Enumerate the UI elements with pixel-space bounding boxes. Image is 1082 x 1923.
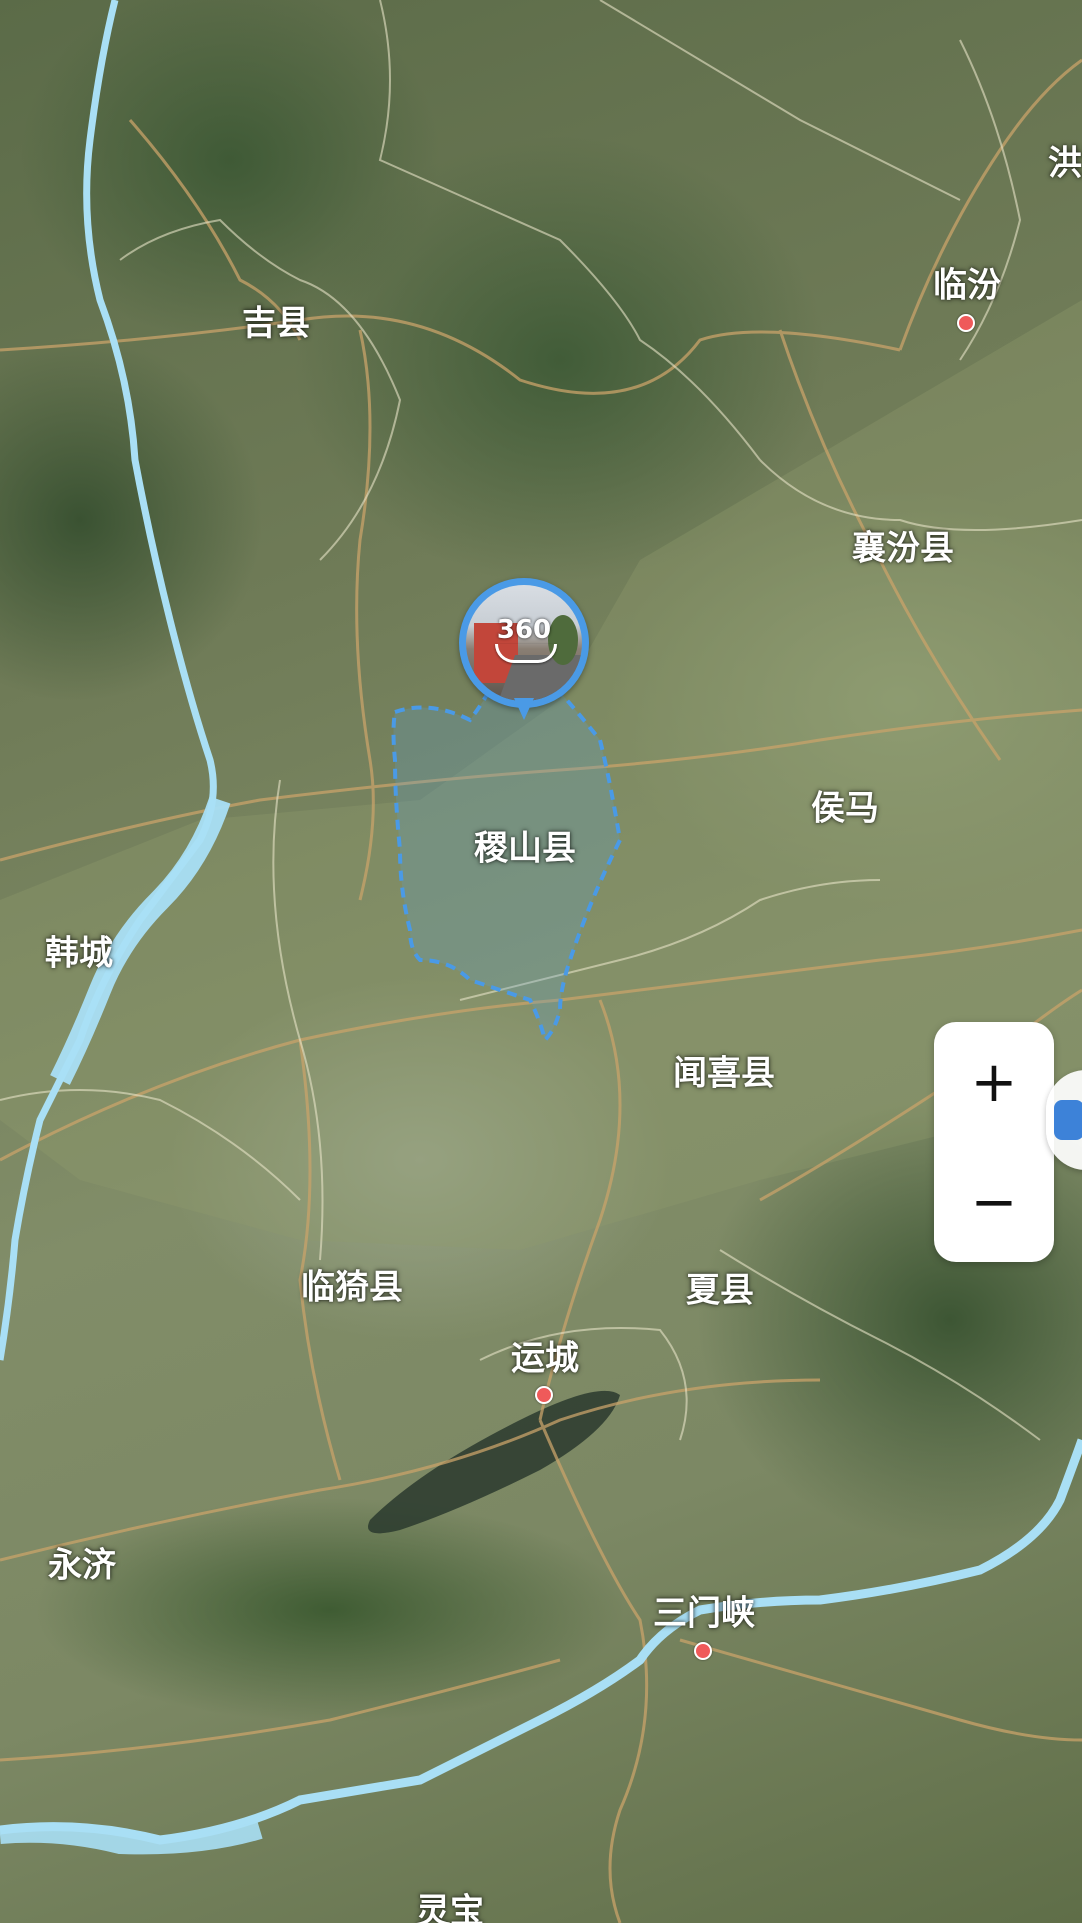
thumbnail-tree <box>548 615 578 665</box>
panorama-pin[interactable]: 360 <box>459 578 589 728</box>
map-vector-layer <box>0 0 1082 1923</box>
place-label-hancheng[interactable]: 韩城 <box>45 926 113 975</box>
pin-tip <box>514 698 534 720</box>
satellite-map[interactable]: 吉县 临汾 洪洞 襄汾县 侯马 稷山县 韩城 闻喜县 临猗县 夏县 运城 永济 … <box>0 0 1082 1923</box>
place-label-xiangfen[interactable]: 襄汾县 <box>852 521 954 570</box>
zoom-out-button[interactable]: − <box>934 1142 1054 1262</box>
place-label-linyi[interactable]: 临猗县 <box>301 1260 403 1309</box>
place-label-sanmenxia[interactable]: 三门峡 <box>653 1586 755 1635</box>
yellow-river-south <box>0 1438 1082 1845</box>
city-dot-linfen[interactable] <box>957 314 975 332</box>
place-label-lingbao[interactable]: 灵宝 <box>416 1884 484 1923</box>
panorama-arc-icon <box>495 644 557 663</box>
place-label-wenxi[interactable]: 闻喜县 <box>673 1046 775 1095</box>
place-label-jishan[interactable]: 稷山县 <box>474 821 576 870</box>
place-label-yongji[interactable]: 永济 <box>48 1538 116 1587</box>
city-dot-sanmenxia[interactable] <box>694 1642 712 1660</box>
place-label-jixian[interactable]: 吉县 <box>242 296 310 345</box>
place-label-houma[interactable]: 侯马 <box>811 781 879 830</box>
place-label-linfen[interactable]: 临汾 <box>933 258 1001 307</box>
place-label-hong[interactable]: 洪洞 <box>1048 136 1082 185</box>
city-dot-yuncheng[interactable] <box>535 1386 553 1404</box>
panorama-360-icon: 360 <box>496 615 552 645</box>
side-button-icon <box>1054 1100 1082 1140</box>
place-label-yuncheng[interactable]: 运城 <box>511 1331 579 1380</box>
place-label-xiaxian[interactable]: 夏县 <box>686 1263 754 1312</box>
zoom-in-button[interactable]: + <box>934 1022 1054 1142</box>
zoom-controls: + − <box>934 1022 1054 1262</box>
